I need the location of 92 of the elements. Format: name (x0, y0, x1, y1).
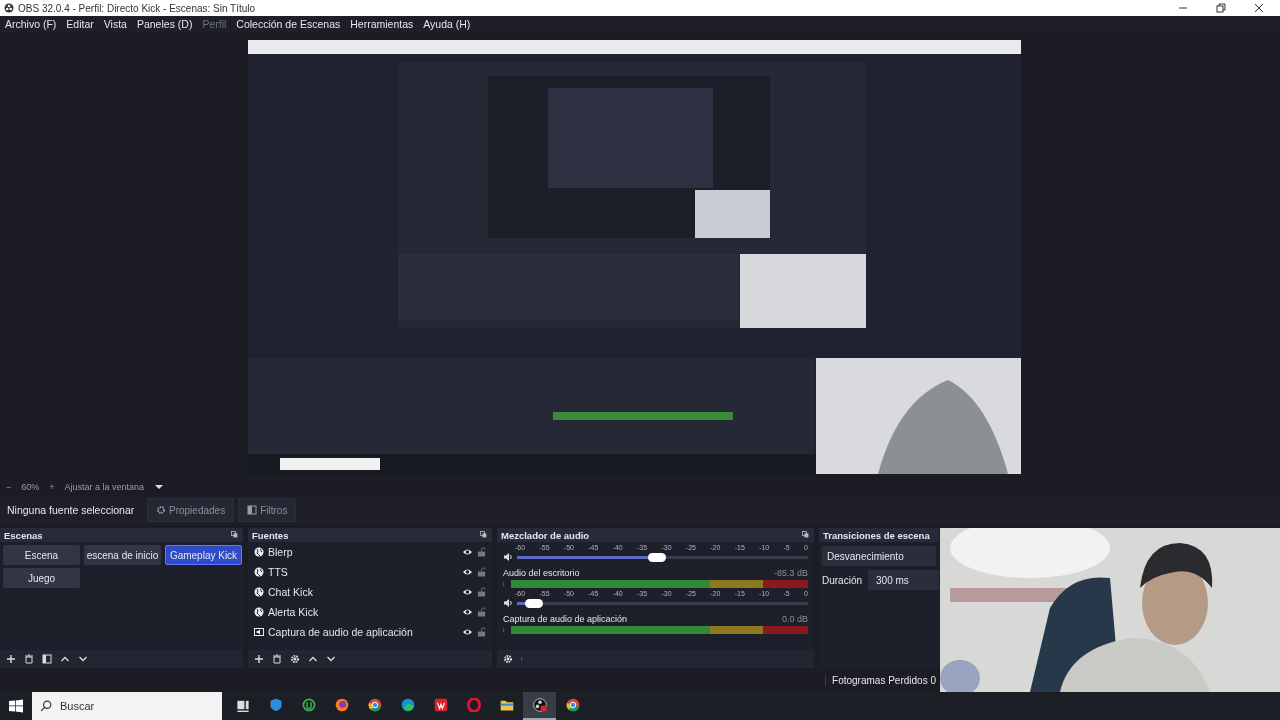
eye-icon[interactable] (462, 567, 473, 577)
record-icon (532, 698, 547, 712)
scene-button[interactable]: Gameplay Kick (165, 545, 242, 565)
channel-name: Captura de audio de aplicación (503, 614, 628, 624)
down-icon[interactable] (78, 654, 88, 664)
slider-thumb[interactable] (525, 598, 544, 608)
panel-title: Transiciones de escena (823, 529, 930, 541)
task-view-icon (235, 698, 250, 712)
search-field[interactable]: Buscar (32, 692, 222, 720)
speaker-icon[interactable] (503, 598, 513, 608)
caret-icon[interactable] (154, 482, 165, 492)
transition-dropdown[interactable]: Desvanecimiento (822, 546, 936, 566)
scene-button[interactable]: escena de inicio (84, 545, 161, 565)
dropped-frames-text: Fotogramas Perdidos 0 (825, 674, 936, 686)
lock-icon[interactable] (477, 587, 486, 597)
globe-icon (254, 547, 264, 557)
level-reading: 0.0 dB (781, 614, 808, 624)
folder-icon (499, 698, 514, 712)
menu-item[interactable]: Vista (103, 18, 127, 30)
eye-icon[interactable] (462, 587, 473, 597)
globe-icon (254, 567, 264, 577)
slider-thumb[interactable] (647, 552, 666, 562)
eye-icon[interactable] (462, 547, 473, 557)
undock-icon[interactable] (231, 531, 239, 539)
source-name[interactable]: Alerta Kick (268, 606, 458, 618)
down-icon[interactable] (326, 654, 336, 664)
taskbar-app-button[interactable] (523, 692, 556, 720)
panel-title: Escenas (4, 529, 43, 541)
add-icon[interactable] (254, 654, 264, 664)
menu-item[interactable]: Colección de Escenas (236, 18, 341, 30)
selection-label: Ninguna fuente seleccionar (6, 504, 136, 516)
globe-icon (400, 698, 415, 712)
speaker-box-icon (254, 627, 264, 637)
panel-title: Fuentes (252, 529, 289, 541)
filter-icon (247, 505, 258, 515)
search-icon (40, 700, 52, 712)
eye-icon[interactable] (462, 627, 473, 637)
volume-slider[interactable] (517, 601, 808, 605)
up-icon[interactable] (308, 654, 318, 664)
document-icon (433, 698, 448, 712)
level-reading: -85.3 dB (773, 568, 808, 578)
globe-icon (367, 698, 382, 712)
undock-icon[interactable] (480, 531, 488, 539)
restore-icon[interactable] (1216, 3, 1226, 13)
filter-icon[interactable] (42, 654, 52, 664)
app-logo-icon (4, 3, 14, 13)
source-name[interactable]: Captura de audio de aplicación (268, 626, 458, 638)
duration-field[interactable]: 300 ms (868, 570, 939, 590)
menu-item[interactable]: Paneles (D) (136, 18, 193, 30)
globe-icon (565, 698, 580, 712)
menu-item[interactable]: Ayuda (H) (423, 18, 471, 30)
lock-icon[interactable] (477, 547, 486, 557)
zoom-out-button[interactable]: − (6, 482, 12, 492)
close-icon[interactable] (1254, 3, 1264, 13)
trash-icon[interactable] (272, 654, 282, 664)
lock-icon[interactable] (477, 607, 486, 617)
source-name[interactable]: TTS (268, 566, 458, 578)
speaker-icon[interactable] (503, 552, 513, 562)
duration-label: Duración (822, 574, 863, 586)
ring-icon (301, 698, 316, 712)
zoom-in-button[interactable]: + (49, 482, 55, 492)
panel-title: Mezclador de audio (501, 529, 590, 541)
undock-icon[interactable] (802, 531, 810, 539)
globe-icon (334, 698, 349, 712)
lock-icon[interactable] (477, 627, 486, 637)
properties-button[interactable]: Propiedades (147, 498, 235, 522)
ring-icon (466, 698, 481, 712)
menu-item[interactable]: Archivo (F) (5, 18, 57, 30)
up-icon[interactable] (60, 654, 70, 664)
source-name[interactable]: Blerp (268, 546, 458, 558)
window-title: OBS 32.0.4 - Perfil: Directo Kick - Escenas: Sin Título (18, 2, 257, 14)
add-icon[interactable] (6, 654, 16, 664)
windows-icon (9, 699, 23, 713)
zoom-level: 60% (21, 482, 40, 492)
gear-icon[interactable] (290, 654, 300, 664)
gear-icon[interactable] (503, 654, 513, 664)
scene-button[interactable]: Escena (3, 545, 80, 565)
menu-item[interactable]: Editar (66, 18, 94, 30)
globe-icon (254, 607, 264, 617)
eye-icon[interactable] (462, 607, 473, 617)
menu-item[interactable]: Herramientas (350, 18, 414, 30)
gear-icon (156, 505, 166, 515)
globe-icon (254, 587, 264, 597)
channel-name: Audio del escritorio (503, 568, 580, 578)
volume-slider[interactable] (517, 555, 808, 559)
filters-button[interactable]: Filtros (238, 498, 297, 522)
trash-icon[interactable] (24, 654, 34, 664)
lock-icon[interactable] (477, 567, 486, 577)
scene-button[interactable]: Juego (3, 568, 80, 588)
shield-icon (268, 698, 283, 712)
fit-window-button[interactable]: Ajustar a la ventana (64, 482, 145, 492)
source-name[interactable]: Chat Kick (268, 586, 458, 598)
